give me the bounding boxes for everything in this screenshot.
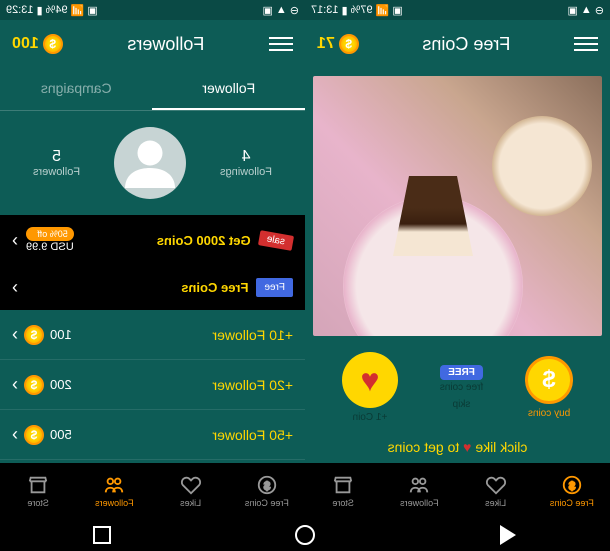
- tab-follower[interactable]: Follower: [153, 68, 306, 110]
- battery-icon: ▮: [37, 4, 43, 17]
- followers-stat: 5 Followers: [33, 148, 80, 178]
- recents-button[interactable]: [86, 519, 118, 551]
- person-icon: [120, 133, 180, 193]
- dnd-icon: ⊖: [595, 4, 604, 17]
- tab-campaigns[interactable]: Campaigns: [0, 68, 153, 110]
- upload-icon: ▣: [262, 4, 272, 17]
- home-button[interactable]: [289, 519, 321, 551]
- like-button[interactable]: ♥ +1 Coin: [342, 352, 398, 423]
- clock: 13:17: [311, 4, 339, 16]
- chevron-right-icon: ›: [12, 277, 18, 298]
- battery-text: 94%: [46, 4, 68, 16]
- followers-icon: [408, 474, 430, 496]
- chevron-right-icon: ›: [12, 424, 18, 445]
- coins-icon: $: [256, 474, 278, 496]
- coin-icon: $: [43, 34, 63, 54]
- followings-stat: 4 Followings: [220, 148, 272, 178]
- coin-icon: $: [24, 425, 44, 445]
- package-10-follower[interactable]: +10 Follower 100 $ ›: [0, 310, 305, 360]
- nav-store[interactable]: Store: [305, 463, 381, 519]
- followers-icon: [103, 474, 125, 496]
- coin-icon: $: [24, 375, 44, 395]
- coins-icon: $: [561, 474, 583, 496]
- svg-text:$: $: [569, 481, 575, 493]
- nav-followers[interactable]: Followers: [381, 463, 457, 519]
- battery-text: 97%: [351, 4, 373, 16]
- content-photo: [313, 76, 602, 336]
- cast-icon: ▣: [87, 4, 97, 17]
- chevron-right-icon: ›: [12, 230, 18, 251]
- nav-free-coins[interactable]: $ Free Coins: [534, 463, 610, 519]
- header: Free Coins $ 71: [305, 20, 610, 68]
- back-button[interactable]: [492, 519, 524, 551]
- menu-icon[interactable]: [269, 32, 293, 56]
- sale-tag: sale: [258, 230, 294, 251]
- nav-followers[interactable]: Followers: [76, 463, 152, 519]
- store-icon: [332, 474, 354, 496]
- page-title: Free Coins: [422, 34, 510, 55]
- free-tag: Free: [256, 278, 293, 297]
- profile-stats: 4 Followings 5 Followers: [0, 111, 305, 215]
- cast-icon: ▣: [392, 4, 402, 17]
- free-coins-button[interactable]: FREE free coins skip: [440, 365, 483, 410]
- upload-icon: ▣: [567, 4, 577, 17]
- status-bar: ⊖ ▲ ▣ ▣ 📶 94% ▮ 13:29: [0, 0, 305, 20]
- store-icon: [27, 474, 49, 496]
- wifi-icon: ▲: [581, 4, 592, 16]
- package-20-follower[interactable]: +20 Follower 200 $ ›: [0, 360, 305, 410]
- heart-icon: [180, 474, 202, 496]
- nav-store[interactable]: Store: [0, 463, 76, 519]
- heart-icon: ♥: [360, 362, 379, 399]
- page-title: Followers: [127, 34, 204, 55]
- nav-free-coins[interactable]: $ Free Coins: [229, 463, 305, 519]
- status-bar: ⊖ ▲ ▣ ▣ 📶 97% ▮ 13:17: [305, 0, 610, 20]
- chevron-right-icon: ›: [12, 324, 18, 345]
- skip-button[interactable]: skip: [453, 399, 471, 410]
- system-nav: [0, 519, 610, 551]
- coin-balance[interactable]: $ 100: [12, 34, 63, 54]
- offer-free-coins[interactable]: Free Free Coins ›: [0, 265, 305, 310]
- coin-icon: $: [339, 34, 359, 54]
- svg-text:$: $: [264, 481, 270, 493]
- offer-2000-coins[interactable]: sale Get 2000 Coins 50% off USD 9.99 ›: [0, 215, 305, 265]
- buy-coins-button[interactable]: $ buy coins: [525, 356, 573, 419]
- bottom-nav: $ Free Coins Likes Followers Store: [0, 463, 305, 519]
- dnd-icon: ⊖: [290, 4, 299, 17]
- header: Followers $ 100: [0, 20, 305, 68]
- coin-balance[interactable]: $ 71: [317, 34, 359, 54]
- dollar-icon: $: [525, 356, 573, 404]
- chevron-right-icon: ›: [12, 374, 18, 395]
- bottom-nav: $ Free Coins Likes Followers Store: [305, 463, 610, 519]
- package-50-follower[interactable]: +50 Follower 500 $ ›: [0, 410, 305, 460]
- cta-text: click like ♥ to get coins: [305, 431, 610, 463]
- followers-screen: ⊖ ▲ ▣ ▣ 📶 94% ▮ 13:29 Followers $ 100 Fo…: [0, 0, 305, 519]
- signal-icon: 📶: [376, 4, 390, 17]
- nav-likes[interactable]: Likes: [458, 463, 534, 519]
- wifi-icon: ▲: [276, 4, 287, 16]
- clock: 13:29: [6, 4, 34, 16]
- heart-icon: ♥: [463, 439, 471, 455]
- nav-likes[interactable]: Likes: [153, 463, 229, 519]
- avatar[interactable]: [114, 127, 186, 199]
- menu-icon[interactable]: [574, 32, 598, 56]
- signal-icon: 📶: [71, 4, 85, 17]
- coin-icon: $: [24, 325, 44, 345]
- battery-icon: ▮: [342, 4, 348, 17]
- free-coins-screen: ⊖ ▲ ▣ ▣ 📶 97% ▮ 13:17 Free Coins $ 71: [305, 0, 610, 519]
- heart-icon: [485, 474, 507, 496]
